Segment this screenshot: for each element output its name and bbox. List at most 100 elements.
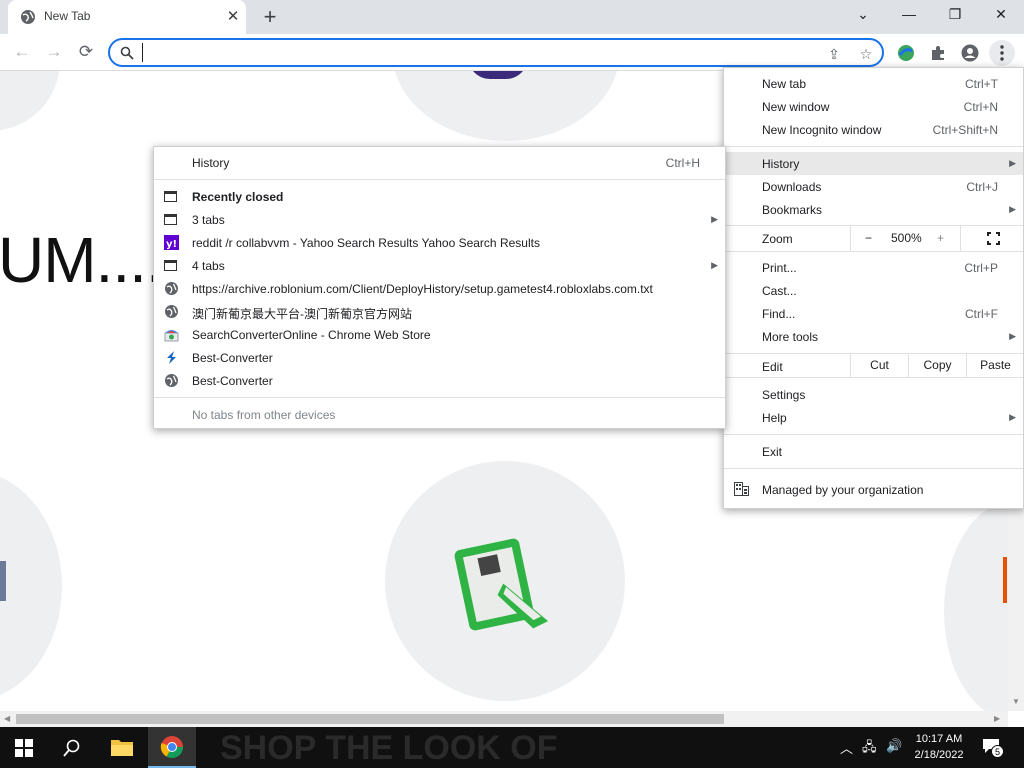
restore-button[interactable]: ❐ <box>932 0 978 30</box>
chrome-taskbar-button[interactable] <box>148 727 196 768</box>
scroll-down-icon[interactable]: ▼ <box>1012 697 1020 706</box>
paste-button[interactable]: Paste <box>966 354 1024 377</box>
cut-button[interactable]: Cut <box>850 354 908 377</box>
chrome-menu-button[interactable] <box>989 40 1015 66</box>
history-entry-label: 4 tabs <box>192 259 225 273</box>
menu-item-new-incognito-window[interactable]: New Incognito window Ctrl+Shift+N <box>724 118 1023 141</box>
menu-item-bookmarks[interactable]: Bookmarks ▶ <box>724 198 1023 221</box>
menu-divider <box>724 434 1023 435</box>
tab-close-button[interactable]: ✕ <box>224 8 242 26</box>
recently-closed-item[interactable]: https://archive.roblonium.com/Client/Dep… <box>154 277 725 300</box>
menu-item-exit[interactable]: Exit <box>724 440 1023 463</box>
scrollbar-thumb[interactable] <box>16 714 724 724</box>
menu-item-help[interactable]: Help ▶ <box>724 406 1023 429</box>
forward-button[interactable]: → <box>40 38 68 66</box>
menu-item-label: Downloads <box>762 180 822 194</box>
menu-zoom-row: Zoom − 500% + <box>724 226 1023 251</box>
search-button[interactable] <box>48 727 96 768</box>
menu-item-label: Help <box>762 411 787 425</box>
tab-group-icon <box>164 258 179 273</box>
menu-item-downloads[interactable]: Downloads Ctrl+J <box>724 175 1023 198</box>
omnibox[interactable]: ⇪ ☆ <box>108 38 884 67</box>
recently-closed-item[interactable]: Best-Converter <box>154 369 725 392</box>
partial-image <box>0 561 6 601</box>
submenu-arrow-icon: ▶ <box>1009 412 1016 422</box>
fullscreen-button[interactable] <box>960 226 1024 251</box>
recently-closed-item[interactable]: y! reddit /r collabvvm - Yahoo Search Re… <box>154 231 725 254</box>
decor-circle <box>0 471 62 701</box>
scroll-right-icon[interactable]: ▶ <box>994 714 1000 723</box>
notification-center-button[interactable]: 5 <box>982 738 1004 758</box>
decor-circle <box>392 71 620 141</box>
submenu-arrow-icon: ▶ <box>711 214 718 224</box>
bookmark-star-icon[interactable]: ☆ <box>856 44 876 64</box>
back-button[interactable]: ← <box>8 38 36 66</box>
tab-icon <box>164 189 179 204</box>
history-item[interactable]: History Ctrl+H <box>154 151 725 174</box>
volume-icon[interactable]: 🔊 <box>886 738 902 754</box>
converter-icon <box>167 351 176 364</box>
menu-item-label: New tab <box>762 77 807 91</box>
recently-closed-item[interactable]: 澳门新葡京最大平台-澳门新葡京官方网站 <box>154 300 725 323</box>
managed-label: Managed by your organization <box>762 483 924 497</box>
menu-divider <box>724 377 1023 378</box>
tab-group-icon <box>164 212 179 227</box>
zoom-controls: − 500% + <box>850 226 954 251</box>
menu-item-shortcut: Ctrl+F <box>965 307 998 321</box>
new-tab-button[interactable]: + <box>256 4 284 30</box>
menu-item-shortcut: Ctrl+J <box>966 180 998 194</box>
notification-count-badge: 5 <box>991 745 1004 758</box>
zoom-label: Zoom <box>762 232 793 246</box>
globe-icon <box>165 305 178 318</box>
zoom-in-button[interactable]: + <box>937 231 944 245</box>
menu-edit-row: Edit Cut Copy Paste <box>724 354 1023 377</box>
recently-closed-item-4-tabs[interactable]: 4 tabs ▶ <box>154 254 725 277</box>
banner-text: UM.... <box>0 224 164 296</box>
copy-button[interactable]: Copy <box>908 354 966 377</box>
extensions-puzzle-icon[interactable] <box>925 40 951 66</box>
webstore-icon <box>164 330 179 342</box>
address-input[interactable] <box>142 43 812 62</box>
menu-item-cast[interactable]: Cast... <box>724 279 1023 302</box>
horizontal-scrollbar[interactable]: ◀ ▶ <box>0 711 1008 727</box>
menu-item-find[interactable]: Find... Ctrl+F <box>724 302 1023 325</box>
menu-item-new-tab[interactable]: New tab Ctrl+T <box>724 72 1023 95</box>
tray-chevron-up-icon[interactable]: ︿ <box>840 738 853 757</box>
zoom-out-button[interactable]: − <box>865 231 872 245</box>
windows-taskbar: SHOP THE LOOK OF ︿ 🖧 🔊 10:17 AM 2/18/202… <box>0 727 1024 768</box>
share-icon[interactable]: ⇪ <box>824 44 844 64</box>
recently-closed-item-3-tabs[interactable]: 3 tabs ▶ <box>154 208 725 231</box>
start-button[interactable] <box>0 727 48 768</box>
recently-closed-header: Recently closed <box>154 185 725 208</box>
system-clock[interactable]: 10:17 AM 2/18/2022 <box>912 731 966 763</box>
building-icon <box>734 482 749 496</box>
scroll-left-icon[interactable]: ◀ <box>4 714 10 723</box>
tab-title: New Tab <box>44 9 91 23</box>
menu-item-new-window[interactable]: New window Ctrl+N <box>724 95 1023 118</box>
minimize-button[interactable]: — <box>886 0 932 30</box>
tab-search-button[interactable]: ⌄ <box>840 0 886 30</box>
menu-item-more-tools[interactable]: More tools ▶ <box>724 325 1023 348</box>
menu-divider <box>154 397 725 398</box>
menu-item-settings[interactable]: Settings <box>724 383 1023 406</box>
menu-item-history[interactable]: History ▶ <box>724 152 1023 175</box>
tab-new-tab[interactable]: New Tab ✕ <box>8 0 246 34</box>
menu-item-print[interactable]: Print... Ctrl+P <box>724 256 1023 279</box>
chrome-icon <box>160 736 183 758</box>
managed-by-organization[interactable]: Managed by your organization <box>724 478 1023 501</box>
profile-avatar-icon[interactable] <box>957 40 983 66</box>
network-icon[interactable]: 🖧 <box>862 738 877 760</box>
history-submenu: History Ctrl+H Recently closed 3 tabs ▶ … <box>153 146 726 429</box>
window-close-button[interactable]: ✕ <box>978 0 1024 30</box>
history-entry-label: Best-Converter <box>192 351 273 365</box>
globe-icon <box>21 10 35 24</box>
edit-label: Edit <box>762 360 783 374</box>
partial-image <box>1003 557 1007 603</box>
zoom-level: 500% <box>891 231 922 245</box>
yahoo-icon: y! <box>164 235 179 250</box>
recently-closed-item[interactable]: SearchConverterOnline - Chrome Web Store <box>154 323 725 346</box>
recently-closed-item[interactable]: Best-Converter <box>154 346 725 369</box>
file-explorer-button[interactable] <box>98 727 146 768</box>
extension-globe-icon[interactable] <box>893 40 919 66</box>
reload-button[interactable]: ⟳ <box>72 38 100 66</box>
